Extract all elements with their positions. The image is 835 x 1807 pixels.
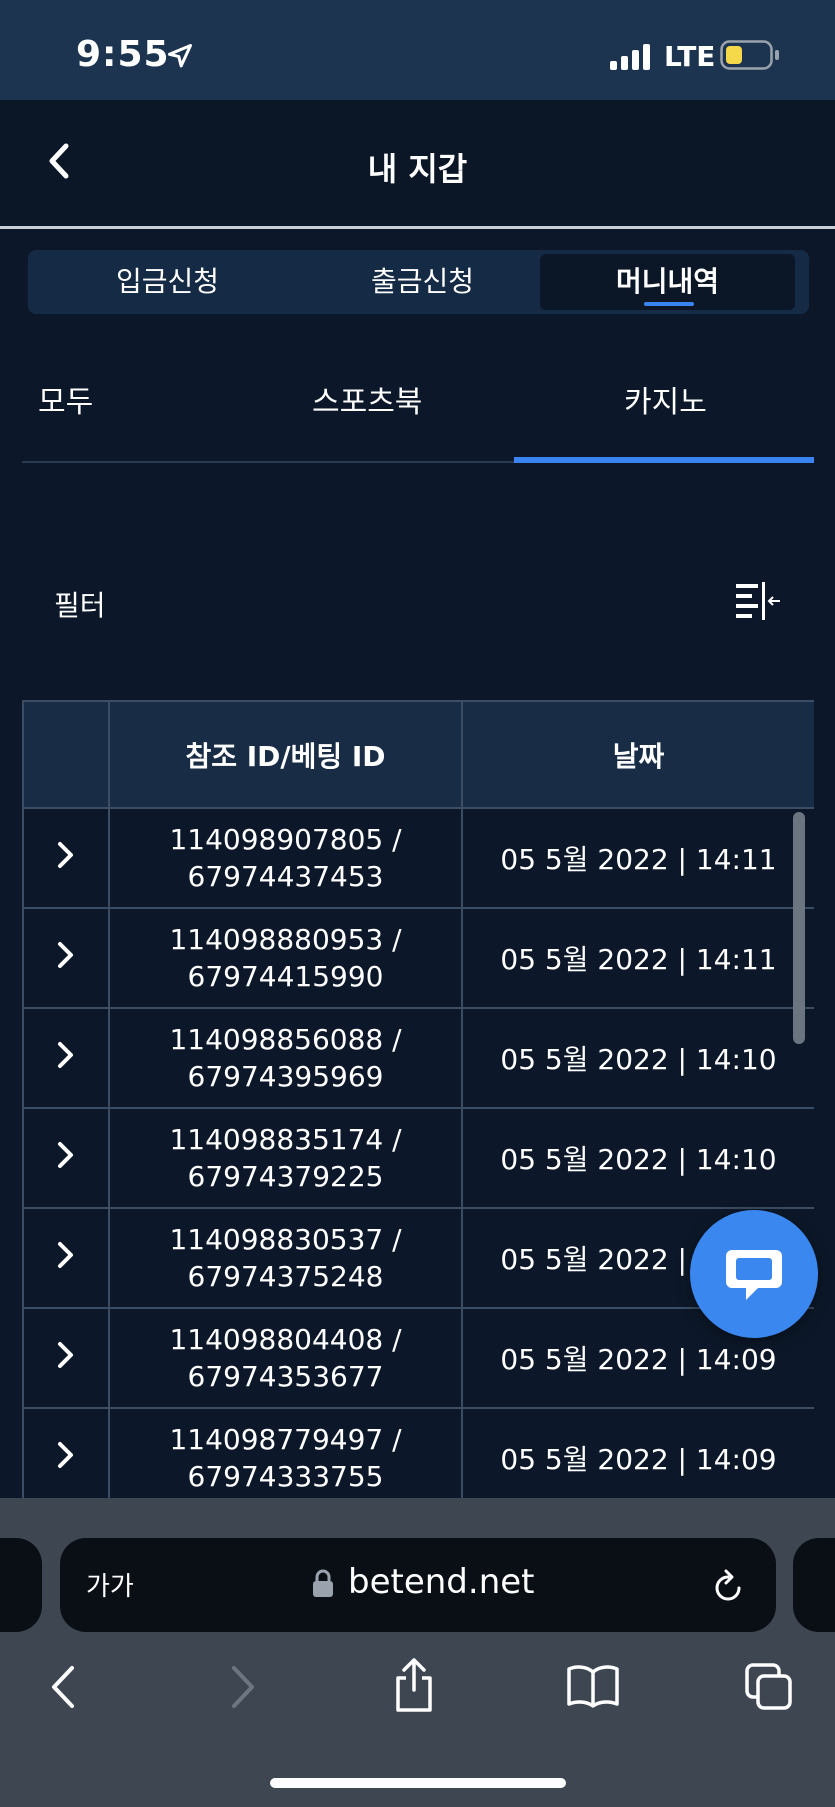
chevron-right-icon (58, 1141, 73, 1168)
home-indicator (270, 1778, 566, 1788)
bet-id: 67974333755 (187, 1460, 384, 1493)
url-text: betend.net (348, 1562, 535, 1602)
date-cell: 05 5월 2022 | 14:11 (461, 807, 814, 909)
network-label: LTE (664, 40, 716, 73)
sub-tabs: 모두 스포츠북 카지노 (22, 365, 814, 463)
header-expand-cell (22, 700, 110, 809)
date-cell: 05 5월 2022 | 14:10 (461, 1107, 814, 1209)
header-ref-bet-id: 참조 ID/베팅 ID (108, 700, 463, 809)
reference-id: 114098804408 / (169, 1323, 402, 1356)
bet-id: 67974415990 (187, 960, 384, 993)
address-bar[interactable]: 가가 betend.net (60, 1538, 776, 1632)
text-size-button[interactable]: 가가 (86, 1566, 134, 1603)
ref-bet-id-cell: 114098779497 / 67974333755 (108, 1407, 463, 1498)
ref-bet-id-cell: 114098907805 / 67974437453 (108, 807, 463, 909)
bet-id: 67974437453 (187, 860, 384, 893)
table-row[interactable]: 114098856088 / 67974395969 05 5월 2022 | 14… (22, 1007, 814, 1109)
date-cell: 05 5월 2022 | 14:11 (461, 907, 814, 1009)
row-expand-cell[interactable] (22, 807, 110, 909)
row-expand-cell[interactable] (22, 1107, 110, 1209)
ref-bet-id-cell: 114098835174 / 67974379225 (108, 1107, 463, 1209)
ref-bet-id-cell: 114098856088 / 67974395969 (108, 1007, 463, 1109)
page-header: 내 지갑 (0, 100, 835, 228)
reference-id: 114098835174 / (169, 1123, 402, 1156)
next-tab-preview[interactable] (793, 1538, 835, 1632)
subtab-casino[interactable]: 카지노 (624, 377, 707, 421)
tab-label: 출금신청 (370, 265, 475, 298)
row-expand-cell[interactable] (22, 1207, 110, 1309)
subtab-sportsbook[interactable]: 스포츠북 (312, 377, 422, 421)
battery-icon (720, 40, 779, 70)
filter-label[interactable]: 필터 (54, 584, 106, 624)
active-subtab-indicator (514, 457, 814, 463)
table-row[interactable]: 114098880953 / 67974415990 05 5월 2022 | 14… (22, 907, 814, 1009)
active-tab-indicator (644, 302, 694, 306)
bet-id: 67974375248 (187, 1260, 384, 1293)
share-icon[interactable] (392, 1656, 436, 1714)
tab-withdraw-request[interactable]: 출금신청 (295, 254, 550, 310)
live-chat-button[interactable] (690, 1210, 818, 1338)
table-row[interactable]: 114098804408 /67974353677 05 5월 2022 | 14… (22, 1307, 814, 1409)
reference-id: 114098779497 / (169, 1423, 402, 1456)
ref-bet-id-cell: 114098804408 / 67974353677 (108, 1307, 463, 1409)
bet-id: 67974395969 (187, 1060, 384, 1093)
lock-icon (313, 1569, 333, 1597)
date-cell: 05 5월 2022 | 14:09 (461, 1407, 814, 1498)
tab-label: 머니내역 (615, 265, 720, 298)
row-expand-cell[interactable] (22, 1007, 110, 1109)
page-title: 내 지갑 (367, 150, 468, 188)
reload-icon[interactable] (710, 1566, 746, 1606)
table-row[interactable]: 114098779497 / 67974333755 05 5월 2022 | 14… (22, 1407, 814, 1498)
reference-id: 114098880953 / (169, 923, 402, 956)
signal-icon (610, 44, 650, 70)
tab-money-history[interactable]: 머니내역 (540, 254, 795, 310)
chevron-right-icon (58, 1041, 73, 1068)
prev-tab-preview[interactable] (0, 1538, 42, 1632)
row-expand-cell[interactable] (22, 1407, 110, 1498)
subtab-all[interactable]: 모두 (38, 377, 93, 421)
tabs-overview-icon[interactable] (744, 1662, 794, 1712)
table-row[interactable]: 114098835174 / 67974379225 05 5월 2022 | 14… (22, 1107, 814, 1209)
history-table: 참조 ID/베팅 ID 날짜 114098907805 / 67974437453… (22, 700, 814, 1498)
chevron-right-icon (58, 841, 73, 868)
main-tabs: 입금신청 출금신청 머니내역 (28, 250, 809, 314)
bet-id: 67974353677 (187, 1360, 384, 1393)
filter-toggle-icon[interactable] (734, 580, 784, 624)
row-expand-cell[interactable] (22, 1307, 110, 1409)
ref-bet-id-cell: 114098880953 / 67974415990 (108, 907, 463, 1009)
reference-id: 114098830537 / (169, 1223, 402, 1256)
chevron-right-icon (58, 941, 73, 968)
reference-id: 114098856088 / (169, 1023, 402, 1056)
bet-id: 67974379225 (187, 1160, 384, 1193)
browser-forward-icon[interactable] (228, 1664, 258, 1710)
header-divider (0, 226, 835, 229)
browser-back-icon[interactable] (48, 1664, 78, 1710)
browser-toolbar: 가가 betend.net (0, 1498, 835, 1807)
tab-deposit-request[interactable]: 입금신청 (40, 254, 295, 310)
row-expand-cell[interactable] (22, 907, 110, 1009)
chevron-right-icon (58, 1241, 73, 1268)
status-time: 9:55 (76, 34, 170, 75)
header-date: 날짜 (461, 700, 814, 809)
table-row[interactable]: 114098907805 / 67974437453 05 5월 2022 | 14… (22, 807, 814, 909)
reference-id: 114098907805 / (169, 823, 402, 856)
table-scrollbar[interactable] (793, 812, 805, 1044)
ref-bet-id-cell: 114098830537 / 67974375248 (108, 1207, 463, 1309)
date-cell: 05 5월 2022 | 14:10 (461, 1007, 814, 1109)
status-bar: 9:55 LTE (0, 0, 835, 100)
location-arrow-icon (167, 43, 193, 68)
chat-bubble-icon (726, 1250, 782, 1300)
bookmarks-icon[interactable] (566, 1664, 620, 1708)
tab-label: 입금신청 (115, 265, 220, 298)
chevron-right-icon (58, 1441, 73, 1468)
chevron-right-icon (58, 1341, 73, 1368)
table-header-row: 참조 ID/베팅 ID 날짜 (22, 700, 814, 809)
